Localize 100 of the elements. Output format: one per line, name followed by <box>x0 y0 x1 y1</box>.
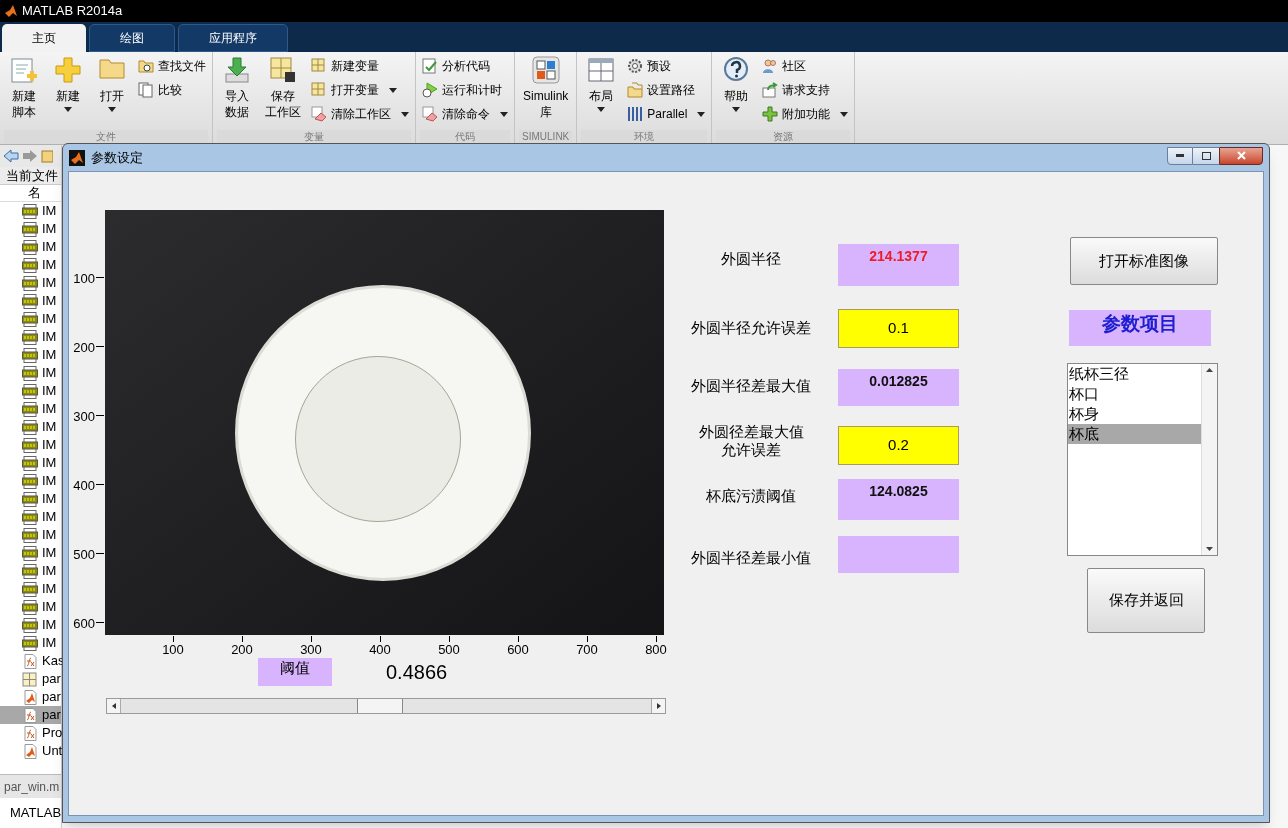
toolbar-button[interactable]: 社区 <box>762 56 851 76</box>
file-row[interactable]: IM <box>0 220 61 238</box>
toolbar-button[interactable]: 预设 <box>627 56 708 76</box>
axis-tick-label: 400 <box>368 642 392 657</box>
toolbar-button[interactable]: 分析代码 <box>422 56 510 76</box>
file-row[interactable]: par <box>0 670 61 688</box>
file-row[interactable]: IM <box>0 310 61 328</box>
script-file-icon <box>22 689 38 705</box>
list-item[interactable]: 杯底 <box>1068 424 1201 444</box>
parameter-list[interactable]: 纸杯三径 杯口 杯身 杯底 <box>1067 363 1218 556</box>
file-row[interactable]: IM <box>0 508 61 526</box>
toolbar-button[interactable]: 导入 数据 <box>217 56 257 120</box>
toolbar-button[interactable]: 新建变量 <box>311 56 411 76</box>
list-item[interactable]: 杯身 <box>1068 404 1201 424</box>
file-row[interactable]: IM <box>0 274 61 292</box>
function-file-icon <box>22 707 38 723</box>
file-row[interactable]: IM <box>0 580 61 598</box>
documents-icon <box>138 82 154 98</box>
field-label: 外圆半径差最小值 <box>690 549 812 567</box>
matlab-logo-icon <box>4 4 18 18</box>
gear-icon <box>627 58 644 74</box>
toolbar-button[interactable]: 布局 <box>581 56 622 112</box>
download-arrow-icon <box>223 56 251 86</box>
list-item[interactable]: 杯口 <box>1068 384 1201 404</box>
file-row[interactable]: par <box>0 706 61 724</box>
list-title: 参数项目 <box>1069 310 1211 346</box>
toolbar-button[interactable]: 清除命令 <box>422 104 510 124</box>
toolbar-button[interactable]: 比较 <box>138 80 208 100</box>
toolbar-button[interactable]: 新建 脚本 <box>4 56 44 120</box>
file-row[interactable]: IM <box>0 562 61 580</box>
file-row[interactable]: IM <box>0 418 61 436</box>
left-arrow-icon <box>111 703 116 709</box>
image-file-icon <box>22 545 38 561</box>
save-return-button[interactable]: 保存并返回 <box>1087 568 1205 633</box>
file-row[interactable]: IM <box>0 598 61 616</box>
minimize-button[interactable] <box>1167 146 1193 165</box>
scroll-left-button[interactable] <box>107 699 121 713</box>
toolbar-button[interactable]: 运行和计时 <box>422 80 510 100</box>
image-file-icon <box>22 365 38 381</box>
toolbar-button[interactable]: 查找文件 <box>138 56 208 76</box>
image-file-icon <box>22 617 38 633</box>
axis-tick-label: 100 <box>161 642 185 657</box>
file-row[interactable]: IM <box>0 400 61 418</box>
back-arrow-icon[interactable] <box>3 149 19 163</box>
file-row[interactable]: par <box>0 688 61 706</box>
file-row[interactable]: IM <box>0 472 61 490</box>
close-button[interactable] <box>1219 146 1263 165</box>
threshold-slider[interactable] <box>106 698 666 714</box>
toolbar-button[interactable]: 帮助 <box>716 56 757 112</box>
file-row[interactable]: IM <box>0 634 61 652</box>
file-row[interactable]: IM <box>0 544 61 562</box>
toolbar-button[interactable]: 设置路径 <box>627 80 708 100</box>
up-arrow-icon[interactable] <box>1206 368 1213 372</box>
file-row[interactable]: IM <box>0 328 61 346</box>
file-row[interactable]: IM <box>0 616 61 634</box>
file-row[interactable]: Unt <box>0 742 61 760</box>
toolbar-button[interactable]: 请求支持 <box>762 80 851 100</box>
toolbar-button[interactable]: 打开变量 <box>311 80 411 100</box>
group-label: 文件 <box>4 130 208 144</box>
toolbar-button[interactable]: Parallel <box>627 104 708 124</box>
toolbar-button[interactable]: 保存 工作区 <box>261 56 305 120</box>
file-details-label: par_win.m <box>4 778 60 796</box>
file-row[interactable]: IM <box>0 346 61 364</box>
toolbar-button[interactable]: Simulink 库 <box>519 56 573 120</box>
file-row[interactable]: IM <box>0 454 61 472</box>
image-file-icon <box>22 563 38 579</box>
scrollbar[interactable] <box>1201 364 1217 555</box>
open-image-button[interactable]: 打开标准图像 <box>1070 237 1218 285</box>
file-row[interactable]: IM <box>0 256 61 274</box>
file-row[interactable]: Pro <box>0 724 61 742</box>
ribbon-tab[interactable]: 主页 <box>2 24 86 52</box>
image-file-icon <box>22 275 38 291</box>
file-row[interactable]: IM <box>0 202 61 220</box>
maximize-button[interactable] <box>1193 146 1219 165</box>
ribbon-tab[interactable]: 绘图 <box>89 24 175 52</box>
matlab-logo-icon <box>69 149 85 166</box>
down-arrow-icon[interactable] <box>1206 547 1213 551</box>
image-file-icon <box>22 473 38 489</box>
file-row[interactable]: IM <box>0 382 61 400</box>
slider-thumb[interactable] <box>356 699 403 713</box>
input-field[interactable]: 0.1 <box>838 309 959 348</box>
minimize-icon <box>1176 154 1184 157</box>
image-file-icon <box>22 203 38 219</box>
file-row[interactable]: IM <box>0 238 61 256</box>
image-file-icon <box>22 257 38 273</box>
file-row[interactable]: IM <box>0 490 61 508</box>
toolbar-button[interactable]: 打开 <box>92 56 132 112</box>
toolbar-button[interactable]: 附加功能 <box>762 104 851 124</box>
envelope-arrow-icon <box>762 82 779 98</box>
file-row[interactable]: IM <box>0 526 61 544</box>
image-file-icon <box>22 419 38 435</box>
file-row[interactable]: IM <box>0 364 61 382</box>
toolbar-button[interactable]: 新建 <box>48 56 88 112</box>
toolbar-button[interactable]: 清除工作区 <box>311 104 411 124</box>
ribbon-tab[interactable]: 应用程序 <box>178 24 288 52</box>
input-field[interactable]: 0.2 <box>838 426 959 465</box>
list-item[interactable]: 纸杯三径 <box>1068 364 1201 384</box>
scroll-right-button[interactable] <box>651 699 665 713</box>
file-row[interactable]: IM <box>0 292 61 310</box>
file-row[interactable]: IM <box>0 436 61 454</box>
